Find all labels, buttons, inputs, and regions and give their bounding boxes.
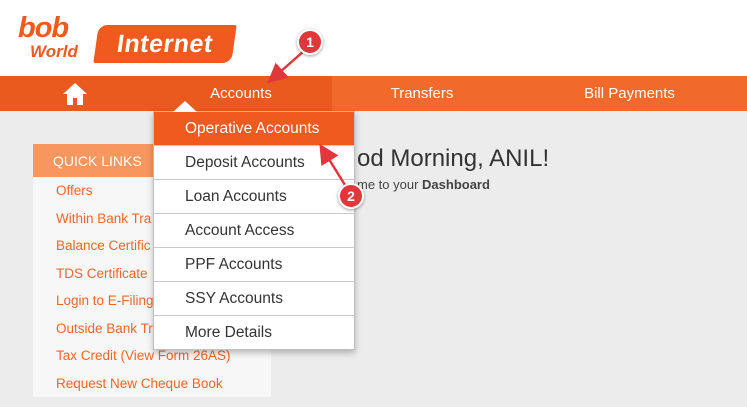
- logo-internet-badge: Internet: [93, 25, 237, 63]
- menu-item-more-details[interactable]: More Details: [154, 315, 354, 349]
- dropdown-caret: [173, 101, 197, 112]
- dashboard-label: Dashboard: [422, 177, 490, 192]
- main-nav: Accounts Transfers Bill Payments: [0, 76, 747, 111]
- nav-transfers-label: Transfers: [390, 85, 454, 102]
- menu-item-label: PPF Accounts: [185, 255, 283, 273]
- menu-item-ssy-accounts[interactable]: SSY Accounts: [154, 281, 354, 315]
- home-icon: [63, 82, 87, 105]
- logo-bob-text: bob: [18, 12, 69, 44]
- quick-link-request-cheque-book[interactable]: Request New Cheque Book: [33, 370, 271, 398]
- menu-item-label: Loan Accounts: [185, 187, 287, 205]
- menu-item-account-access[interactable]: Account Access: [154, 213, 354, 247]
- welcome-prefix: me to your: [357, 177, 423, 192]
- nav-accounts-label: Accounts: [210, 85, 272, 102]
- greeting-heading: od Morning, ANIL!: [357, 145, 550, 172]
- logo-world-text: World: [30, 42, 78, 61]
- menu-item-deposit-accounts[interactable]: Deposit Accounts: [154, 145, 354, 179]
- menu-item-operative-accounts[interactable]: Operative Accounts: [154, 112, 354, 145]
- welcome-text: me to your Dashboard: [357, 177, 490, 192]
- nav-home-button[interactable]: [0, 76, 150, 111]
- step-2-badge: 2: [338, 183, 364, 209]
- nav-transfers[interactable]: Transfers: [332, 76, 512, 111]
- menu-item-ppf-accounts[interactable]: PPF Accounts: [154, 247, 354, 281]
- header: bob World Internet: [0, 0, 747, 76]
- accounts-dropdown-menu: Operative Accounts Deposit Accounts Loan…: [153, 111, 355, 350]
- nav-bill-payments-label: Bill Payments: [584, 85, 675, 102]
- bob-world-internet-logo[interactable]: bob World Internet: [18, 12, 237, 66]
- menu-item-label: SSY Accounts: [185, 289, 283, 307]
- menu-item-loan-accounts[interactable]: Loan Accounts: [154, 179, 354, 213]
- logo-internet-text: Internet: [115, 29, 215, 58]
- step-1-badge: 1: [297, 29, 323, 55]
- menu-item-label: Account Access: [185, 221, 295, 239]
- nav-bill-payments[interactable]: Bill Payments: [512, 76, 747, 111]
- menu-item-label: Operative Accounts: [185, 119, 320, 137]
- menu-item-label: Deposit Accounts: [185, 153, 305, 171]
- menu-item-label: More Details: [185, 323, 272, 341]
